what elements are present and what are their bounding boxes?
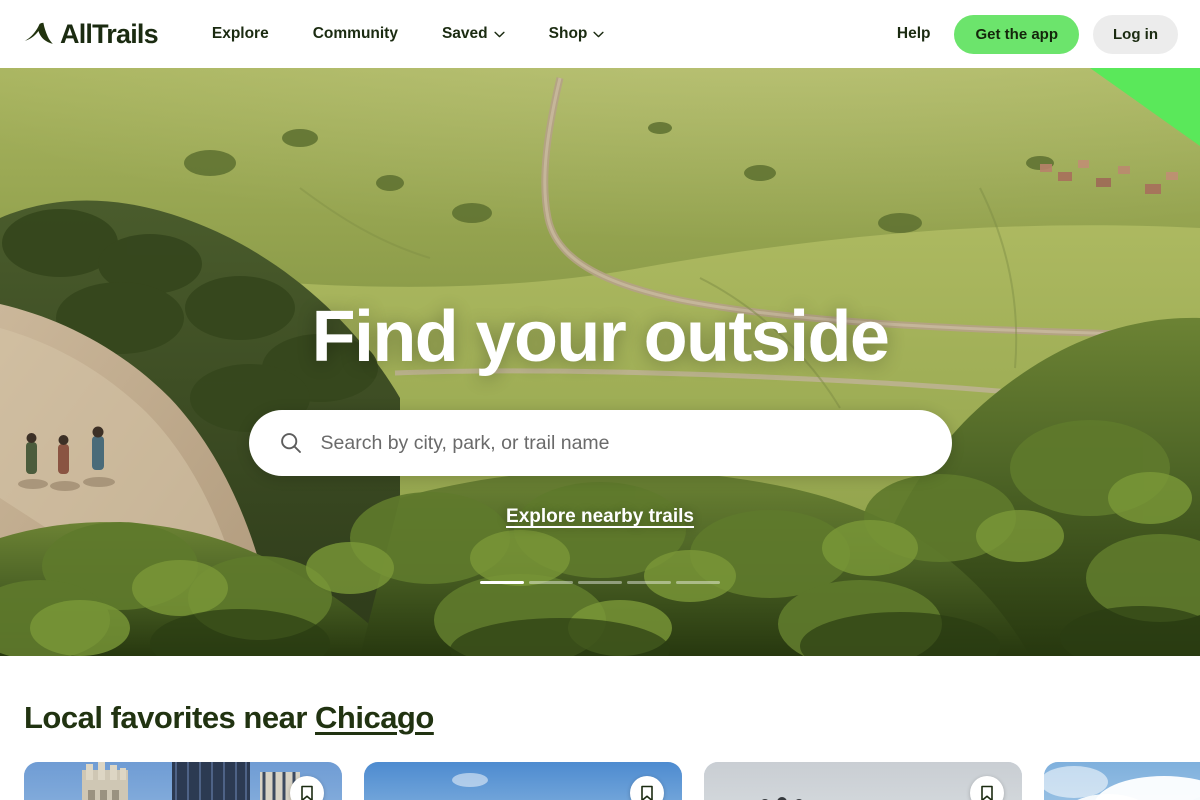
carousel-segment-5[interactable] xyxy=(676,581,720,584)
nav-label-shop: Shop xyxy=(548,25,588,42)
favorite-card-2[interactable] xyxy=(364,762,682,800)
mountain-peak-icon xyxy=(24,22,53,44)
explore-nearby-trails-link[interactable]: Explore nearby trails xyxy=(506,506,694,528)
nav-label-explore: Explore xyxy=(211,25,269,42)
get-the-app-button[interactable]: Get the app xyxy=(954,14,1079,54)
hero-search-bar[interactable] xyxy=(248,410,952,476)
brand-logo[interactable]: AllTrails xyxy=(24,18,159,49)
nav-item-shop[interactable]: Shop xyxy=(527,15,627,53)
site-header: AllTrails Explore Community Saved Shop H… xyxy=(0,0,1200,68)
carousel-segment-3[interactable] xyxy=(578,581,622,584)
nav-label-community: Community xyxy=(312,25,398,42)
log-in-button[interactable]: Log in xyxy=(1093,14,1178,54)
local-favorites-section: Local favorites near Chicago xyxy=(0,656,1200,800)
card-image-sky-clouds xyxy=(1044,762,1200,800)
primary-nav: Explore Community Saved Shop xyxy=(202,15,627,53)
nav-item-saved[interactable]: Saved xyxy=(420,15,527,53)
favorite-card-1[interactable] xyxy=(24,762,342,800)
favorite-card-3[interactable] xyxy=(704,762,1022,800)
help-link[interactable]: Help xyxy=(887,17,941,51)
bookmark-icon xyxy=(301,785,313,800)
heading-prefix: Local favorites near xyxy=(24,700,316,735)
carousel-segment-1[interactable] xyxy=(480,581,524,584)
city-link[interactable]: Chicago xyxy=(315,700,434,735)
chevron-down-icon xyxy=(494,31,505,37)
magnifier-icon xyxy=(280,433,301,453)
header-actions: Help Get the app Log in xyxy=(887,14,1178,54)
bookmark-icon xyxy=(981,785,993,800)
carousel-segment-4[interactable] xyxy=(627,581,671,584)
chevron-down-icon xyxy=(593,31,605,37)
carousel-segment-2[interactable] xyxy=(529,581,573,584)
bookmark-icon xyxy=(641,785,653,800)
page-title: Find your outside xyxy=(311,297,890,377)
search-input[interactable] xyxy=(320,431,922,455)
local-favorites-heading: Local favorites near Chicago xyxy=(24,700,1176,736)
favorites-card-row xyxy=(24,762,1200,800)
hero-section: Find your outside Explore nearby trails xyxy=(0,68,1200,656)
favorite-card-4[interactable] xyxy=(1044,762,1200,800)
nav-item-community[interactable]: Community xyxy=(291,15,420,53)
hero-carousel-progress[interactable] xyxy=(480,581,720,584)
hero-content: Find your outside Explore nearby trails xyxy=(0,68,1200,584)
brand-name: AllTrails xyxy=(60,18,159,49)
nav-item-explore[interactable]: Explore xyxy=(202,15,291,53)
nav-label-saved: Saved xyxy=(441,25,488,42)
